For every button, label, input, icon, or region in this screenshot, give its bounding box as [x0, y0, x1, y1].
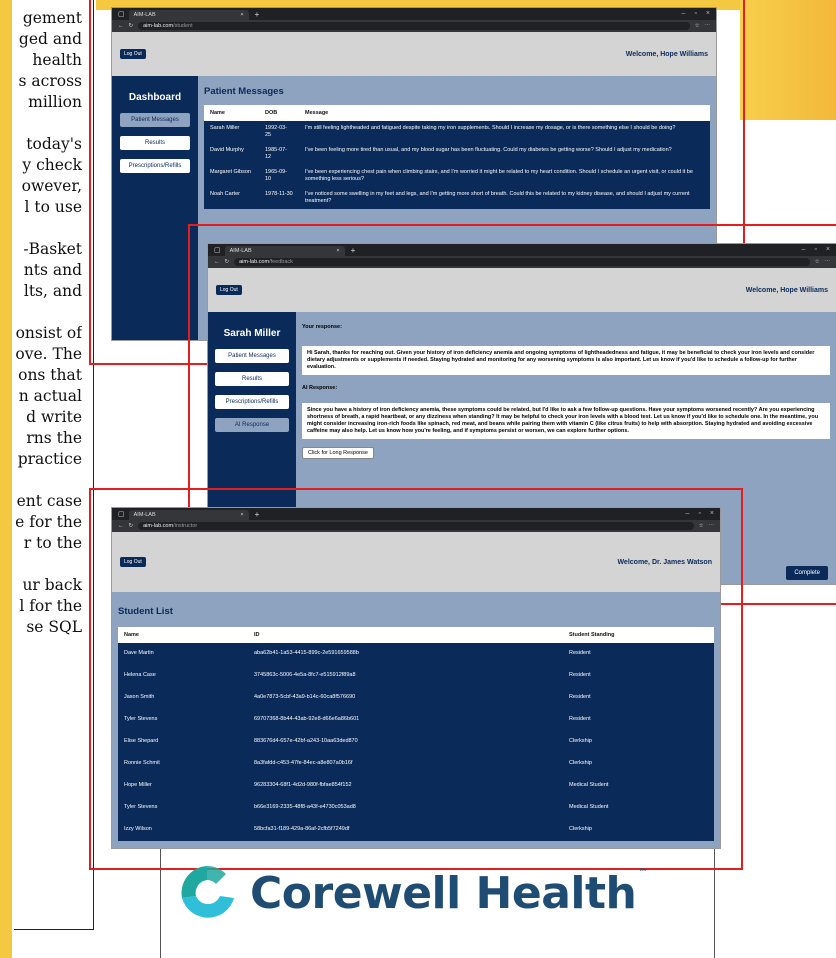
poster-text-fragment: health	[32, 51, 82, 69]
poster-text-line: se SQL	[14, 617, 82, 638]
poster-text-line	[14, 554, 82, 575]
poster-text-fragment: ove. The	[15, 345, 82, 363]
logo-name: Corewell Health	[250, 867, 637, 919]
poster-text-fragment: owever,	[21, 177, 82, 195]
poster-text-fragment: -Basket	[23, 240, 82, 258]
poster-text-line: y check	[14, 155, 82, 176]
poster-text-fragment: y check	[22, 156, 82, 174]
poster-text-line: l for the	[14, 596, 82, 617]
poster-text-line: ove. The	[14, 344, 82, 365]
poster-text-fragment: n actual	[18, 387, 82, 405]
poster-text-line: today's	[14, 134, 82, 155]
poster-text-line	[14, 218, 82, 239]
poster-text-fragment: r to the	[23, 534, 82, 552]
poster-text-line	[14, 113, 82, 134]
trademark-symbol: ™	[638, 867, 647, 878]
poster-text-fragment: nts and	[23, 261, 82, 279]
poster-text-line	[14, 302, 82, 323]
poster-text-fragment: gement	[22, 9, 82, 27]
poster-text-fragment: l for the	[19, 597, 82, 615]
poster-text-line	[14, 470, 82, 491]
poster-right-band	[740, 0, 836, 120]
poster-text-line: owever,	[14, 176, 82, 197]
poster-text-fragment: lts, and	[23, 282, 82, 300]
poster-text-line: d write	[14, 407, 82, 428]
poster-text-fragment: ons that	[18, 366, 82, 384]
poster-text-fragment: d write	[26, 408, 82, 426]
poster-text-line: ons that	[14, 365, 82, 386]
poster-text-fragment: s across	[18, 72, 82, 90]
poster-text-line: rns the	[14, 428, 82, 449]
poster-text-line: practice	[14, 449, 82, 470]
logo-wordmark: Corewell Health ™	[250, 868, 647, 919]
poster-text-line: onsist of	[14, 323, 82, 344]
poster-text-line: ur back	[14, 575, 82, 596]
poster-text-fragment: today's	[26, 135, 82, 153]
corewell-c-icon	[181, 866, 234, 918]
poster-text-line: n actual	[14, 386, 82, 407]
poster-text-line: lts, and	[14, 281, 82, 302]
poster-text-line: e for the	[14, 512, 82, 533]
poster-text-line: l to use	[14, 197, 82, 218]
poster-text-fragment: rns the	[26, 429, 82, 447]
poster-text-line: s across	[14, 71, 82, 92]
corewell-health-logo: Corewell Health ™	[176, 862, 647, 924]
poster-text-line: million	[14, 92, 82, 113]
poster-text-fragment: practice	[17, 450, 82, 468]
poster-text-line: ent case	[14, 491, 82, 512]
poster-text-fragment: l to use	[24, 198, 82, 216]
poster-text-line: r to the	[14, 533, 82, 554]
poster-text-line: nts and	[14, 260, 82, 281]
poster-accent-strip	[0, 0, 12, 958]
poster-text-fragment: ent case	[16, 492, 82, 510]
poster-text-fragment: se SQL	[26, 618, 82, 636]
highlight-frame	[89, 488, 743, 870]
poster-text-line: ged and	[14, 29, 82, 50]
poster-text-line: gement	[14, 8, 82, 29]
poster-text-fragment: ur back	[22, 576, 82, 594]
poster-text-line: -Basket	[14, 239, 82, 260]
poster-text-fragment: million	[28, 93, 82, 111]
poster-text-column: gement ged and health s across million today'…	[14, 8, 82, 638]
poster-text-line: health	[14, 50, 82, 71]
poster-text-fragment: ged and	[18, 30, 82, 48]
poster-text-fragment: onsist of	[15, 324, 82, 342]
poster-text-fragment: e for the	[15, 513, 82, 531]
